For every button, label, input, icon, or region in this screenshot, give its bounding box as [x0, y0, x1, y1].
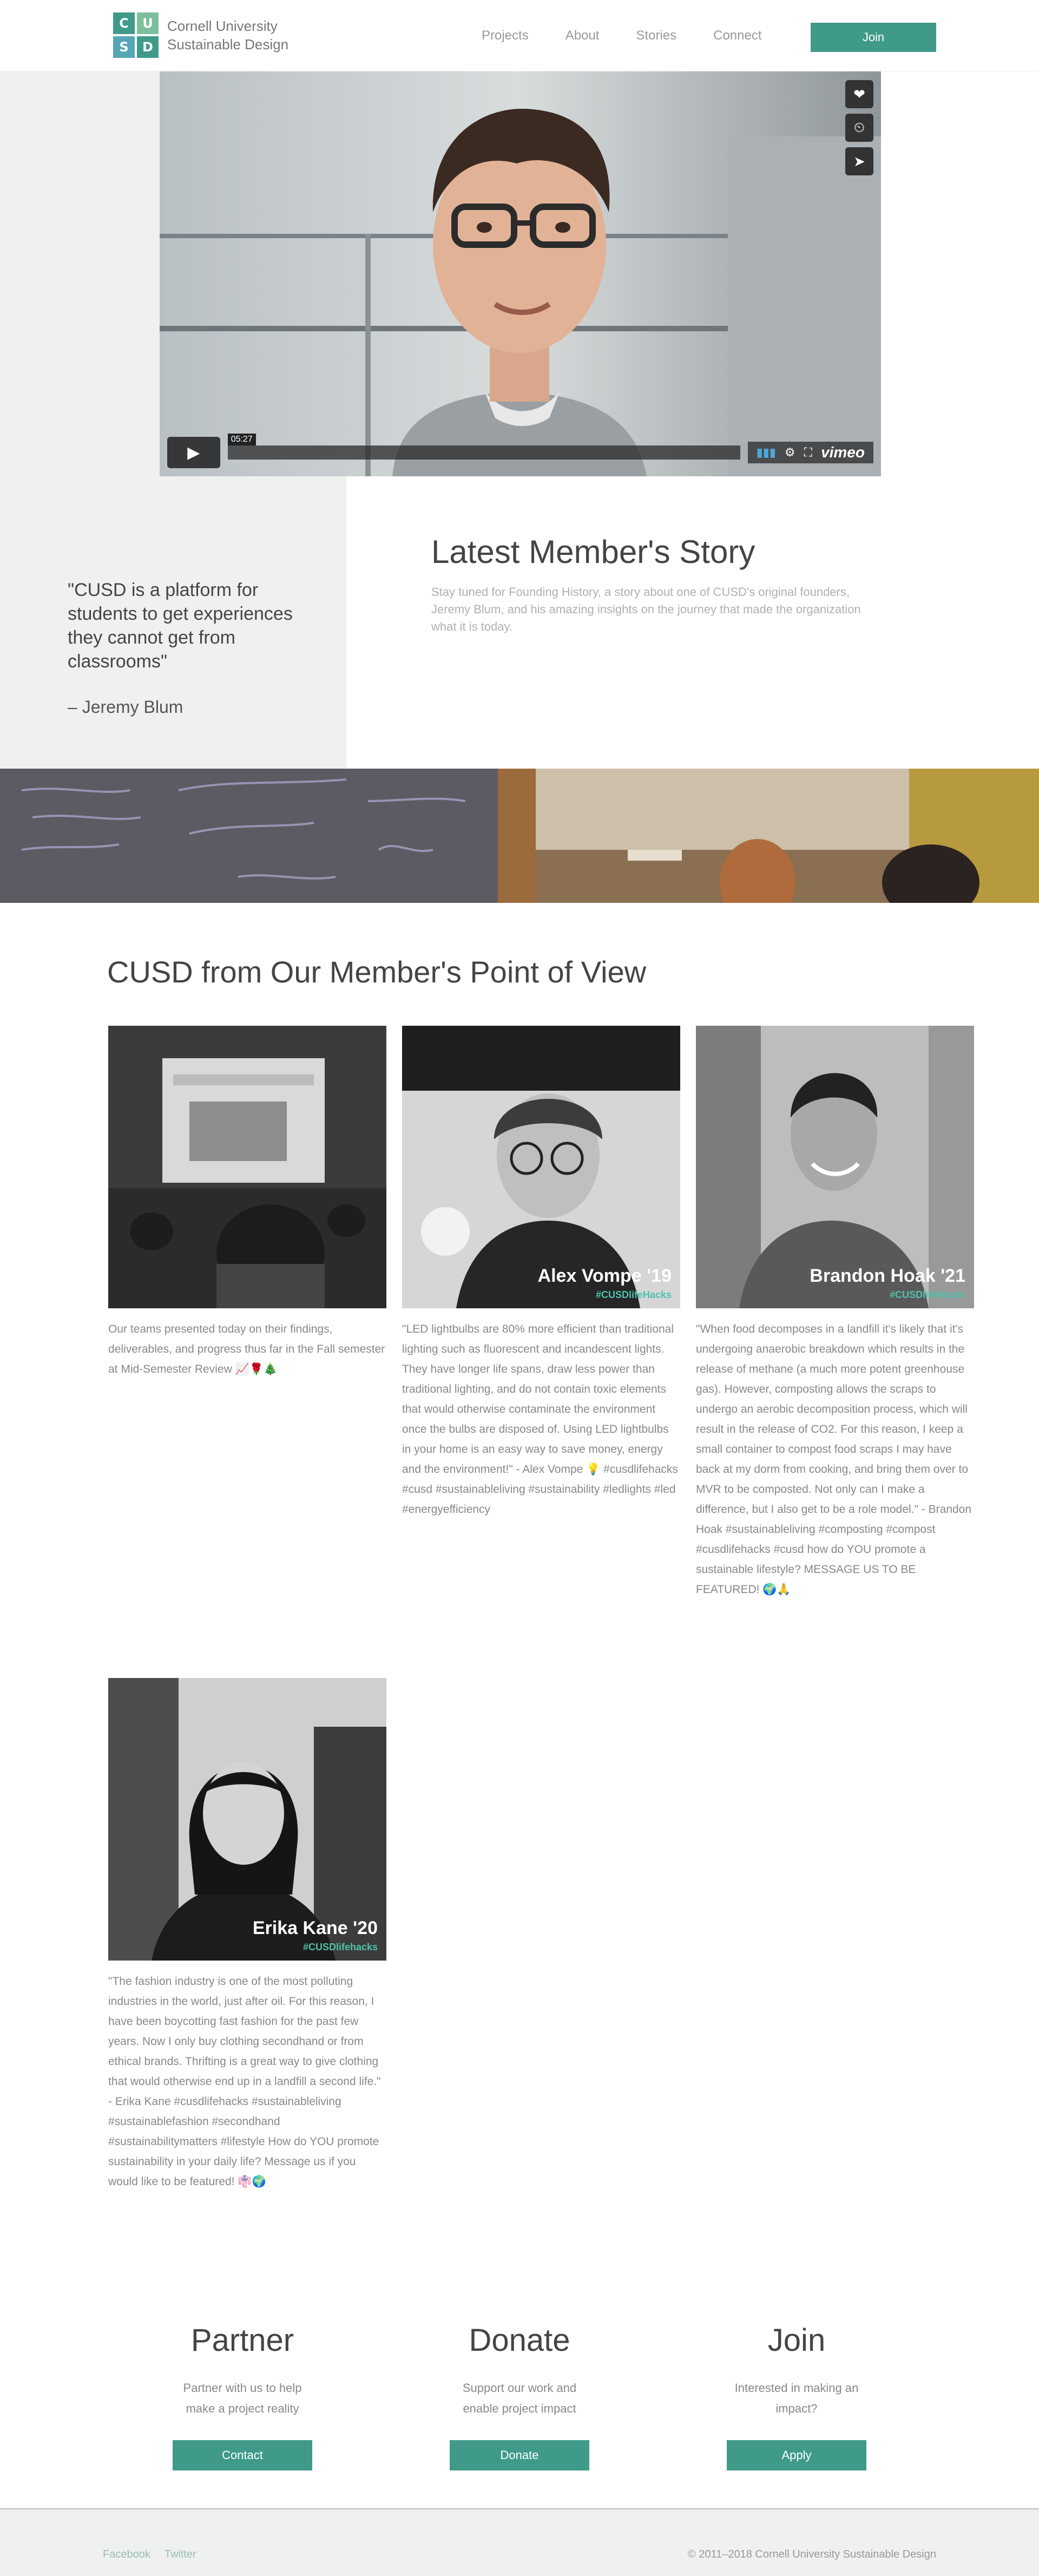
quote-author: – Jeremy Blum [68, 697, 183, 717]
video-side-actions: ❤ ⏲ ➤ [845, 80, 873, 175]
fullscreen-icon[interactable]: ⛶ [804, 445, 812, 460]
partner-title: Partner [190, 2323, 294, 2358]
logo-line-1: Cornell University [167, 18, 278, 34]
donate-button[interactable]: Donate [450, 2440, 589, 2470]
site-footer: Facebook Twitter © 2011–2018 Cornell Uni… [0, 2508, 1039, 2576]
member-caption: Our teams presented today on their findi… [108, 1323, 385, 1375]
members-section-title: CUSD from Our Member's Point of View [107, 955, 647, 989]
timecode: 05:27 [227, 434, 256, 445]
member-name: Brandon Hoak '21 [810, 1266, 965, 1286]
member-card: Brandon Hoak '21 #CUSDlifeHacks "When fo… [696, 1026, 974, 1600]
member-hashtag: #CUSDlifehacks [303, 1942, 378, 1952]
banner-image [0, 769, 1039, 903]
latest-story-title: Latest Member's Story [431, 534, 755, 570]
video-control-group: ▮▮▮ ⚙ ⛶ vimeo [747, 442, 873, 463]
member-caption: "LED lightbulbs are 80% more efficient t… [402, 1323, 678, 1516]
nav-stories[interactable]: Stories [636, 28, 676, 43]
member-photo[interactable] [108, 1026, 386, 1308]
apply-button[interactable]: Apply [727, 2440, 866, 2470]
play-button[interactable]: ▶ [167, 437, 220, 468]
video-frame-image [160, 71, 881, 476]
member-card: Erika Kane '20 #CUSDlifehacks "The fashi… [108, 1678, 386, 2192]
logo-letter: D [137, 36, 159, 58]
logo-line-2: Sustainable Design [167, 36, 289, 53]
logo-letter: U [137, 12, 159, 34]
member-hashtag: #CUSDlifeHacks [889, 1289, 965, 1300]
progress-bar[interactable]: 05:27 [227, 434, 740, 460]
main-nav: Projects About Stories Connect [482, 28, 799, 43]
donate-title: Donate [469, 2323, 570, 2358]
member-quote: "CUSD is a platform for students to get … [68, 578, 317, 717]
partner-section: Partner Partner with us to help make a p… [172, 2322, 313, 2419]
settings-icon[interactable]: ⚙ [785, 445, 795, 460]
member-caption: "When food decomposes in a landfill it's… [696, 1323, 972, 1596]
logo-letter: S [113, 36, 135, 58]
member-card: Alex Vompe '19 #CUSDlifeHacks "LED light… [402, 1026, 680, 1519]
banner-photo [0, 769, 1039, 903]
facebook-link[interactable]: Facebook [103, 2548, 150, 2561]
member-caption: "The fashion industry is one of the most… [108, 1975, 381, 2188]
donate-text: Support our work and enable project impa… [462, 2381, 577, 2415]
twitter-link[interactable]: Twitter [165, 2548, 196, 2561]
heart-icon[interactable]: ❤ [845, 80, 873, 108]
join-title: Join [767, 2323, 826, 2358]
logo-mark: C U S D [113, 12, 159, 58]
nav-about[interactable]: About [565, 28, 600, 43]
play-icon: ▶ [187, 443, 200, 462]
member-card: Our teams presented today on their findi… [108, 1026, 386, 1379]
nav-projects[interactable]: Projects [482, 28, 529, 43]
volume-icon[interactable]: ▮▮▮ [757, 445, 776, 460]
video-player[interactable]: ❤ ⏲ ➤ ▶ 05:27 ▮▮▮ ⚙ ⛶ vimeo [160, 71, 881, 476]
vimeo-logo[interactable]: vimeo [821, 444, 865, 461]
member-name: Alex Vompe '19 [537, 1266, 672, 1286]
join-section: Join Interested in making an impact? [726, 2322, 867, 2419]
member-hashtag: #CUSDlifeHacks [595, 1289, 672, 1300]
latest-story-text: Stay tuned for Founding History, a story… [431, 585, 861, 633]
quote-text: "CUSD is a platform for students to get … [68, 580, 293, 672]
clock-icon[interactable]: ⏲ [845, 114, 873, 142]
video-controls: ▶ 05:27 ▮▮▮ ⚙ ⛶ vimeo [167, 434, 873, 469]
footer-social-links: Facebook Twitter [103, 2548, 196, 2561]
logo-letter: C [113, 12, 135, 34]
member-photo[interactable]: Brandon Hoak '21 #CUSDlifeHacks [696, 1026, 974, 1308]
send-icon[interactable]: ➤ [845, 147, 873, 175]
copyright: © 2011–2018 Cornell University Sustainab… [687, 2548, 936, 2560]
site-header: C U S D Cornell University Sustainable D… [0, 0, 1039, 71]
contact-button[interactable]: Contact [173, 2440, 312, 2470]
member-photo[interactable]: Alex Vompe '19 #CUSDlifeHacks [402, 1026, 680, 1308]
donate-section: Donate Support our work and enable proje… [449, 2322, 590, 2419]
member-name: Erika Kane '20 [252, 1918, 378, 1938]
nav-connect[interactable]: Connect [713, 28, 761, 43]
partner-text: Partner with us to help make a project r… [183, 2381, 302, 2415]
presentation-photo [108, 1026, 386, 1308]
logo-wordmark: Cornell University Sustainable Design [167, 17, 288, 54]
member-photo[interactable]: Erika Kane '20 #CUSDlifehacks [108, 1678, 386, 1961]
join-text: Interested in making an impact? [734, 2381, 859, 2415]
join-button[interactable]: Join [811, 23, 936, 52]
site-logo[interactable]: C U S D Cornell University Sustainable D… [113, 12, 288, 58]
